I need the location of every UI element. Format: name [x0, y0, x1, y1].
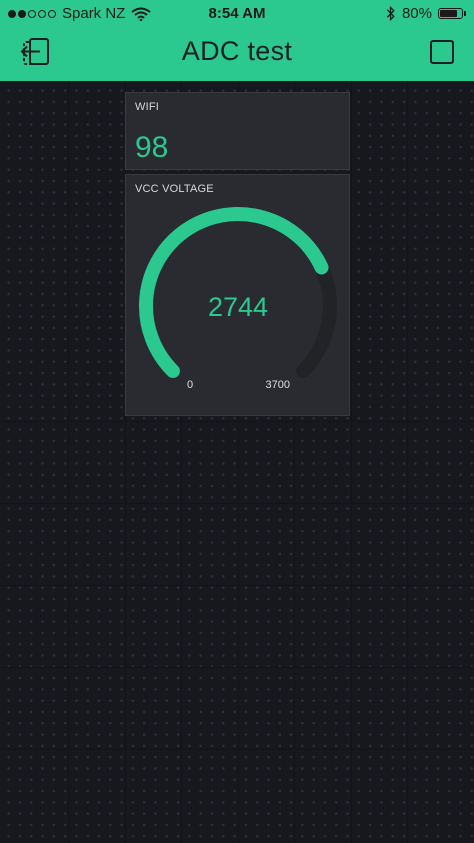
grid-divider [407, 81, 408, 843]
app-screen: Spark NZ 8:54 AM 80% ADC test WIFI 98 VC… [0, 0, 474, 843]
gauge-value: 2744 [208, 292, 268, 322]
battery-icon [438, 8, 466, 19]
wifi-value: 98 [135, 131, 169, 164]
gauge-chart: 2744 0 3700 [139, 207, 337, 391]
grid-divider [0, 585, 474, 586]
grid-divider [0, 503, 474, 504]
wifi-value-widget[interactable]: WIFI 98 [125, 92, 350, 170]
grid-divider [68, 81, 69, 843]
gauge-max-label: 3700 [266, 379, 290, 391]
grid-divider [0, 749, 474, 750]
battery-body [438, 8, 463, 19]
battery-tip [464, 11, 466, 16]
gauge-min-label: 0 [187, 379, 193, 391]
widget-label: WIFI [135, 101, 160, 113]
grid-divider [0, 421, 474, 422]
battery-fill [440, 10, 457, 17]
vcc-voltage-gauge-widget[interactable]: VCC VOLTAGE 2744 0 3700 [125, 174, 350, 416]
nav-bar: ADC test [0, 28, 474, 81]
status-right: 80% [386, 5, 466, 22]
header: Spark NZ 8:54 AM 80% ADC test [0, 0, 474, 81]
battery-percent: 80% [401, 5, 432, 22]
grid-divider [0, 667, 474, 668]
stop-square-icon[interactable] [430, 40, 454, 64]
grid-divider [351, 81, 352, 843]
status-bar: Spark NZ 8:54 AM 80% [0, 0, 474, 28]
bluetooth-icon [386, 6, 395, 21]
page-title: ADC test [181, 36, 293, 66]
